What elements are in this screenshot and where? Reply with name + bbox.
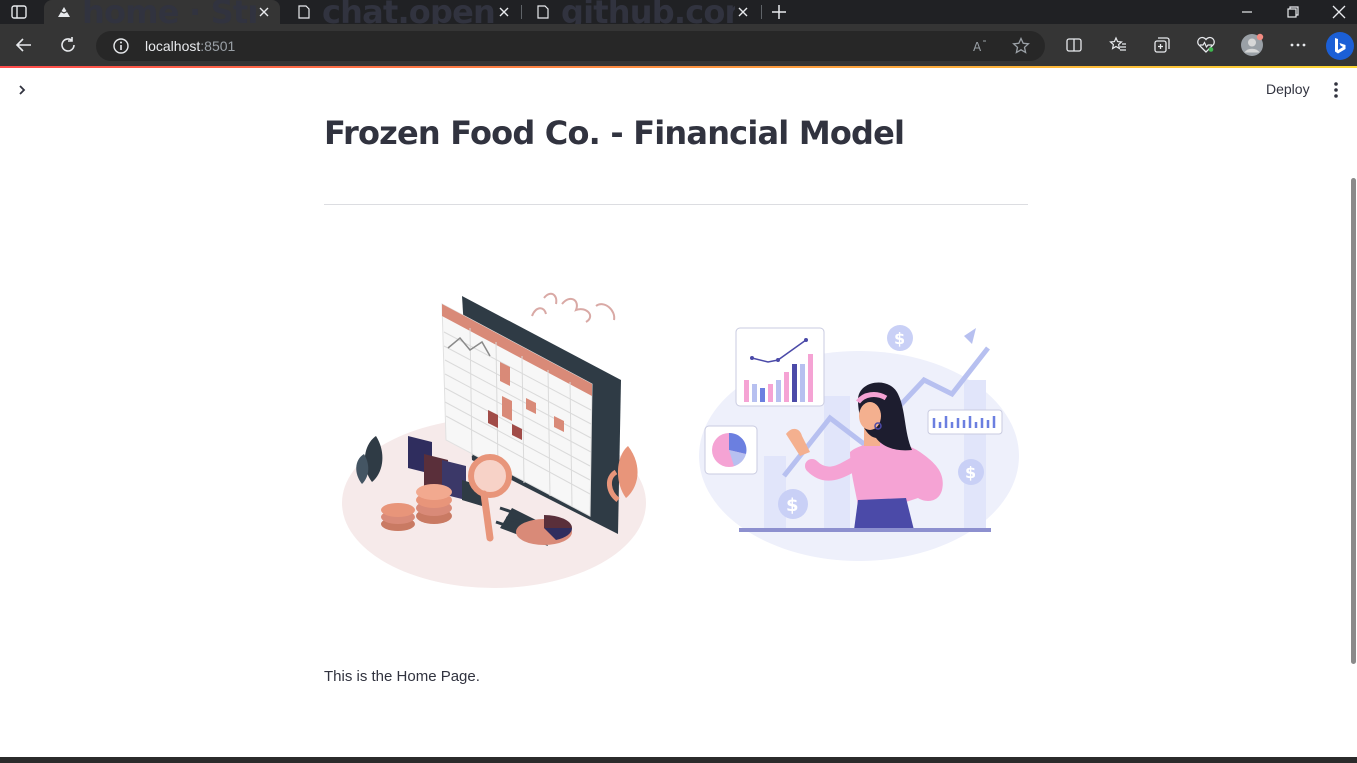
- url-text: localhost:8501: [145, 38, 235, 54]
- close-tab-icon[interactable]: [735, 4, 751, 20]
- svg-text:$: $: [786, 495, 799, 516]
- new-tab-icon[interactable]: [769, 2, 789, 22]
- financial-illustration: $ $ $: [342, 292, 1019, 588]
- home-page-text: This is the Home Page.: [324, 668, 480, 685]
- svg-text:A: A: [973, 40, 982, 54]
- restore-icon[interactable]: [1283, 2, 1303, 22]
- tab-chat-openai[interactable]: chat.openai.com/c/410bb7ac-fae: [284, 0, 520, 31]
- tab-separator: [521, 5, 522, 19]
- page-icon: [535, 4, 551, 20]
- deploy-button[interactable]: Deploy: [1258, 79, 1318, 99]
- close-window-icon[interactable]: [1329, 2, 1349, 22]
- browser-essentials-icon[interactable]: [1196, 35, 1216, 55]
- svg-text:$: $: [894, 329, 905, 348]
- tab-strip: home · Streamlit chat.openai.com/c/410bb…: [0, 0, 1357, 31]
- main-menu-icon[interactable]: [1326, 80, 1346, 100]
- tab-separator: [761, 5, 762, 19]
- page-icon: [296, 4, 312, 20]
- close-tab-icon[interactable]: [256, 4, 272, 20]
- tab-actions-icon[interactable]: [10, 3, 28, 21]
- read-aloud-icon[interactable]: A: [972, 37, 990, 55]
- tab-home[interactable]: home · Streamlit: [44, 0, 280, 31]
- settings-more-icon[interactable]: [1288, 35, 1308, 55]
- page-title: Frozen Food Co. - Financial Model: [324, 114, 905, 152]
- analyst-scene: $ $ $: [699, 325, 1019, 561]
- back-icon[interactable]: [14, 35, 34, 55]
- expand-sidebar-icon[interactable]: [12, 80, 32, 100]
- url-host: localhost: [145, 38, 201, 54]
- browser-toolbar: localhost:8501 A: [0, 24, 1357, 66]
- split-screen-icon[interactable]: [1064, 35, 1084, 55]
- computer-scene: [342, 292, 646, 588]
- site-info-icon[interactable]: [112, 37, 130, 55]
- scrollbar[interactable]: [1351, 178, 1356, 664]
- collections-icon[interactable]: [1152, 35, 1172, 55]
- svg-text:$: $: [965, 463, 976, 482]
- app-view: Deploy Frozen Food Co. - Financial Model: [0, 68, 1357, 757]
- address-bar[interactable]: localhost:8501 A: [96, 31, 1045, 61]
- window-bottom-edge: [0, 757, 1357, 763]
- refresh-icon[interactable]: [58, 35, 78, 55]
- tab-github[interactable]: github.com/Bayon3ts/Three-stat: [523, 0, 759, 31]
- favorites-icon[interactable]: [1108, 35, 1128, 55]
- bing-copilot-icon[interactable]: [1325, 31, 1355, 61]
- divider: [324, 204, 1028, 205]
- close-tab-icon[interactable]: [496, 4, 512, 20]
- favorite-star-icon[interactable]: [1012, 37, 1030, 55]
- url-port: :8501: [200, 38, 236, 54]
- minimize-icon[interactable]: [1237, 2, 1257, 22]
- profile-avatar-icon[interactable]: [1240, 33, 1264, 57]
- streamlit-logo-icon: [56, 4, 72, 20]
